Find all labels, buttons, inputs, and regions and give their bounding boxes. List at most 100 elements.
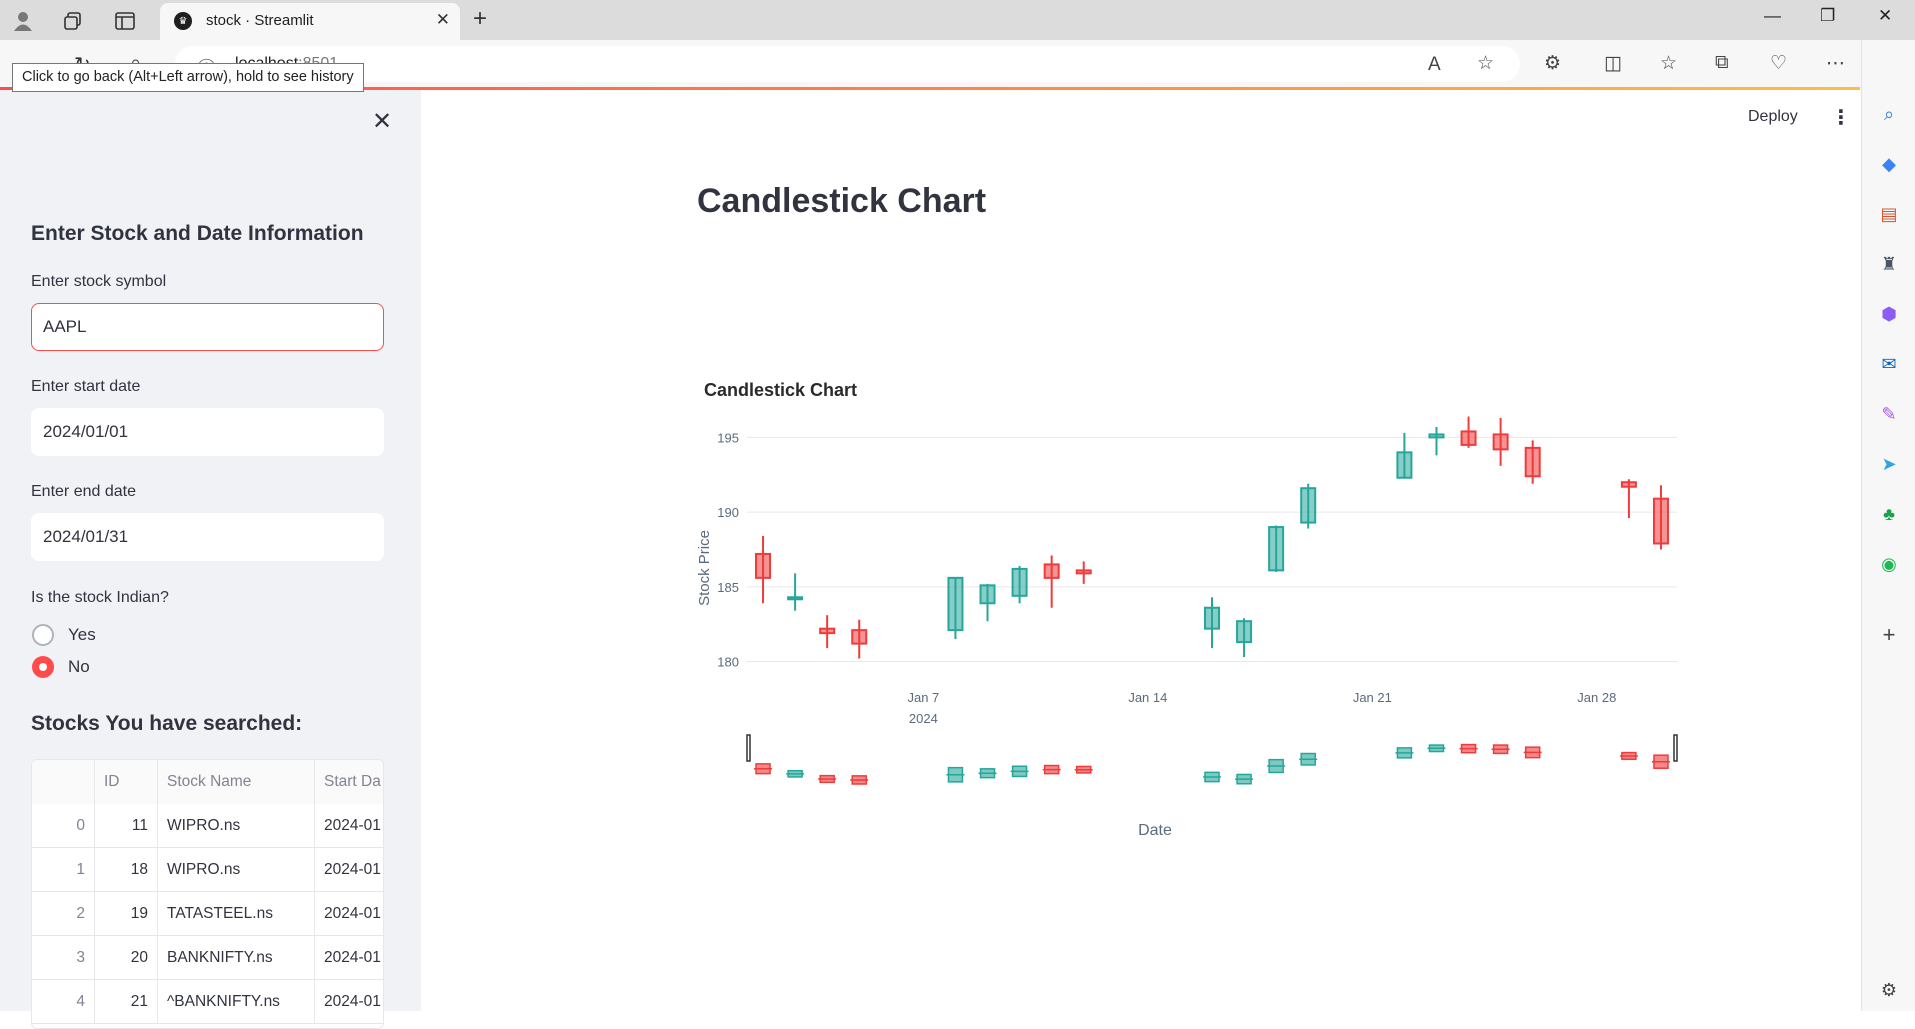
favorites-icon[interactable]: ☆	[1660, 52, 1677, 75]
radio-no-circle[interactable]	[32, 656, 54, 678]
table-cell-id[interactable]: 18	[95, 848, 158, 892]
candle-body	[1396, 451, 1413, 479]
deploy-button[interactable]: Deploy	[1748, 108, 1798, 126]
streamlit-favicon-icon: ♛	[174, 12, 192, 30]
candle	[1075, 561, 1092, 584]
table-cell-id[interactable]: 21	[95, 980, 158, 1024]
range-slider-candle	[1492, 744, 1509, 755]
browser-essentials-icon[interactable]: ♡	[1770, 52, 1787, 75]
table-row[interactable]: 2 19 TATASTEEL.ns 2024-01	[32, 892, 383, 936]
table-cell-start-date[interactable]: 2024-01	[315, 936, 383, 980]
table-cell-id[interactable]: 11	[95, 804, 158, 848]
settings-icon[interactable]: ⚙	[1877, 978, 1901, 1002]
close-tab-icon[interactable]: ✕	[436, 10, 450, 30]
telegram-icon[interactable]: ➤	[1877, 452, 1901, 476]
shopping-tag-icon[interactable]: ◆	[1877, 152, 1901, 176]
candlestick-chart[interactable]: Candlestick Chart 180 185 190 195 Jan 7 Jan …	[692, 280, 1692, 860]
candle-body	[1011, 567, 1028, 597]
stock-symbol-input[interactable]: AAPL	[31, 303, 384, 351]
designer-icon[interactable]: ✎	[1877, 402, 1901, 426]
table-cell-start-date[interactable]: 2024-01	[315, 848, 383, 892]
extensions-icon[interactable]: ⚙	[1544, 52, 1561, 75]
range-slider-candle	[1236, 773, 1252, 785]
table-cell-stock-name[interactable]: WIPRO.ns	[158, 848, 315, 892]
table-cell-index[interactable]: 4	[32, 980, 95, 1024]
end-date-input[interactable]: 2024/01/31	[31, 513, 384, 561]
more-options-icon[interactable]: ⋯	[1826, 52, 1845, 75]
radio-yes-label: Yes	[68, 625, 96, 644]
close-sidebar-icon[interactable]: ✕	[372, 107, 392, 136]
table-cell-start-date[interactable]: 2024-01	[315, 980, 383, 1024]
radio-no[interactable]: No	[32, 656, 90, 678]
table-cell-stock-name[interactable]: WIPRO.ns	[158, 804, 315, 848]
column-header-index[interactable]	[32, 760, 95, 804]
column-header-start-date[interactable]: Start Da	[315, 760, 383, 804]
column-header-stock-name[interactable]: Stock Name	[158, 760, 315, 804]
restore-icon[interactable]: ❐	[1820, 6, 1835, 26]
table-cell-stock-name[interactable]: BANKNIFTY.ns	[158, 936, 315, 980]
spotify-icon[interactable]: ◉	[1877, 552, 1901, 576]
candle-body	[1428, 433, 1445, 439]
candle	[1043, 555, 1060, 608]
searched-stocks-table[interactable]: ID Stock Name Start Da 0 11 WIPRO.ns 202…	[31, 759, 384, 1029]
vertical-tabs-icon[interactable]	[112, 8, 138, 34]
table-row[interactable]: 3 20 BANKNIFTY.ns 2024-01	[32, 936, 383, 980]
column-header-id[interactable]: ID	[95, 760, 158, 804]
search-icon[interactable]: ⌕	[1877, 102, 1901, 126]
minimize-icon[interactable]: —	[1764, 6, 1781, 26]
table-cell-index[interactable]: 1	[32, 848, 95, 892]
candle-body	[755, 552, 772, 579]
microsoft-365-icon[interactable]: ⬢	[1877, 302, 1901, 326]
table-row[interactable]: 0 11 WIPRO.ns 2024-01	[32, 804, 383, 848]
start-date-input[interactable]: 2024/01/01	[31, 408, 384, 456]
new-tab-icon[interactable]: +	[473, 5, 487, 33]
candle	[1428, 426, 1445, 456]
candle-body	[979, 584, 996, 605]
tools-icon[interactable]: ▤	[1877, 202, 1901, 226]
table-cell-start-date[interactable]: 2024-01	[315, 892, 383, 936]
candle-body	[1300, 487, 1317, 524]
table-row[interactable]: 1 18 WIPRO.ns 2024-01	[32, 848, 383, 892]
start-date-label: Enter start date	[31, 378, 141, 395]
candle	[979, 583, 996, 622]
x-tick-label: Jan 21	[1353, 690, 1392, 705]
add-app-icon[interactable]: +	[1877, 622, 1901, 647]
candle	[755, 536, 772, 604]
indian-stock-label: Is the stock Indian?	[31, 589, 169, 606]
page-title: Candlestick Chart	[697, 182, 987, 220]
table-cell-start-date[interactable]: 2024-01	[315, 804, 383, 848]
table-cell-index[interactable]: 2	[32, 892, 95, 936]
profile-icon[interactable]	[10, 8, 36, 34]
collections-icon[interactable]: ⧉	[1715, 52, 1729, 74]
table-cell-id[interactable]: 19	[95, 892, 158, 936]
outlook-icon[interactable]: ✉	[1877, 352, 1901, 376]
games-icon[interactable]: ♜	[1877, 252, 1901, 276]
read-aloud-icon[interactable]: A	[1428, 54, 1441, 76]
close-window-icon[interactable]: ✕	[1878, 6, 1892, 26]
range-slider-candle	[947, 766, 964, 783]
candle	[1011, 565, 1028, 604]
stock-symbol-label: Enter stock symbol	[31, 273, 167, 290]
tree-icon[interactable]: ♣	[1877, 502, 1901, 526]
workspaces-icon[interactable]	[60, 8, 86, 34]
browser-tab[interactable]: ♛ stock · Streamlit ✕	[160, 3, 460, 40]
candle	[851, 619, 868, 659]
candle	[787, 573, 804, 611]
split-screen-icon[interactable]: ◫	[1604, 52, 1622, 75]
table-cell-stock-name[interactable]: ^BANKNIFTY.ns	[158, 980, 315, 1024]
radio-yes-circle[interactable]	[32, 624, 54, 646]
x-year-label: 2024	[909, 711, 938, 726]
table-cell-stock-name[interactable]: TATASTEEL.ns	[158, 892, 315, 936]
main-menu-icon[interactable]: ⋮	[1831, 105, 1851, 130]
table-row[interactable]: 4 21 ^BANKNIFTY.ns 2024-01	[32, 980, 383, 1024]
table-cell-index[interactable]: 3	[32, 936, 95, 980]
url-field[interactable]: ⓘ localhost:8501 A ☆	[175, 46, 1520, 82]
favorite-star-icon[interactable]: ☆	[1477, 52, 1494, 75]
table-cell-index[interactable]: 0	[32, 804, 95, 848]
back-button-tooltip: Click to go back (Alt+Left arrow), hold …	[12, 63, 364, 92]
candle-body	[1236, 620, 1253, 644]
candle	[1524, 440, 1541, 484]
table-cell-id[interactable]: 20	[95, 936, 158, 980]
radio-yes[interactable]: Yes	[32, 624, 96, 646]
candle-body	[1492, 433, 1509, 451]
